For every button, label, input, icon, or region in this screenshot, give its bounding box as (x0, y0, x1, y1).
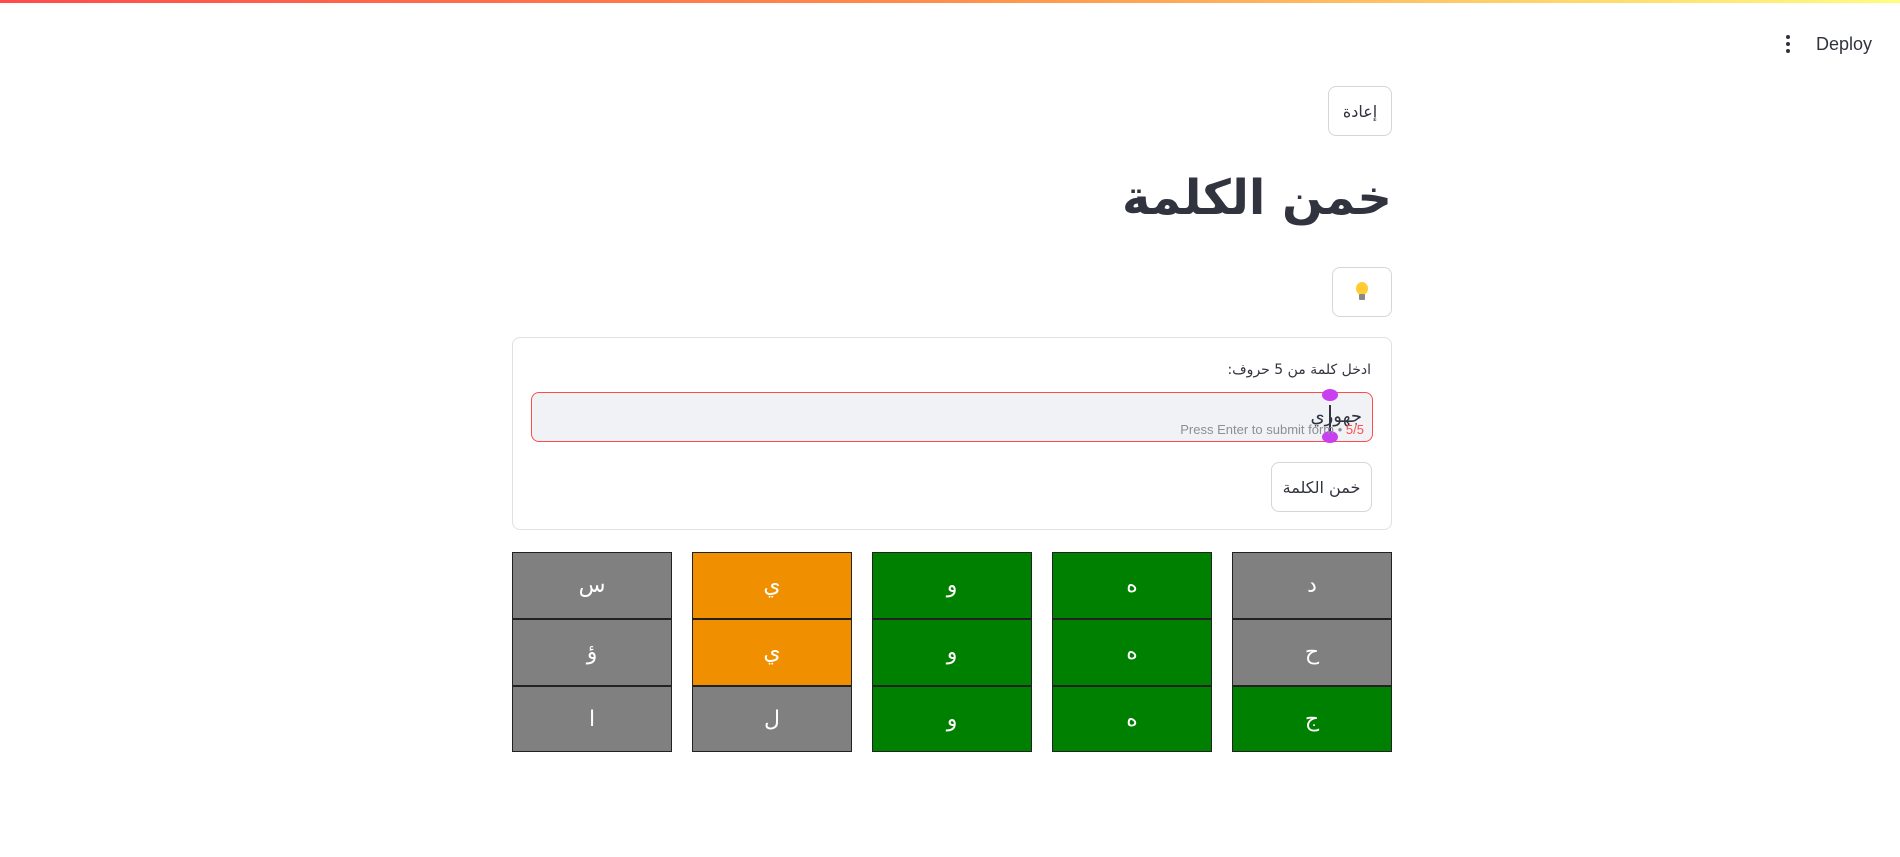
input-label: ادخل كلمة من 5 حروف: (1227, 362, 1371, 378)
letter-tile: ا (512, 686, 672, 752)
letter-tile: ي (692, 552, 852, 619)
page-title: خمن الكلمة (1122, 170, 1392, 226)
letter-tile: س (512, 552, 672, 619)
lightbulb-icon (1355, 282, 1369, 302)
letter-tile: و (872, 686, 1032, 752)
letter-tile: ي (692, 619, 852, 686)
word-input[interactable]: جهوري Press Enter to submit form • 5/5 (531, 389, 1373, 443)
guess-form: ادخل كلمة من 5 حروف: جهوري Press Enter t… (512, 337, 1392, 530)
letter-tile: د (1232, 552, 1392, 619)
char-counter: 5/5 (1345, 422, 1364, 437)
reset-button[interactable]: إعادة (1328, 86, 1392, 136)
letter-tile: و (872, 619, 1032, 686)
hint-button[interactable] (1332, 267, 1392, 317)
letter-tile: و (872, 552, 1032, 619)
letter-tile: ج (1232, 686, 1392, 752)
deploy-button[interactable]: Deploy (1816, 34, 1872, 55)
kebab-menu-icon[interactable] (1778, 30, 1798, 58)
selection-handle-top[interactable] (1322, 389, 1338, 401)
letter-tile: ه (1052, 619, 1212, 686)
letter-tile: ل (692, 686, 852, 752)
letter-tile: ه (1052, 686, 1212, 752)
guess-board: دهويسحهويؤجهولا (512, 552, 1392, 752)
letter-tile: ح (1232, 619, 1392, 686)
letter-tile: ؤ (512, 619, 672, 686)
submit-guess-button[interactable]: خمن الكلمة (1271, 462, 1372, 512)
letter-tile: ه (1052, 552, 1212, 619)
input-instructions: Press Enter to submit form • 5/5 (1180, 422, 1364, 437)
app-header: Deploy (1778, 30, 1872, 58)
top-decoration-bar (0, 0, 1900, 3)
